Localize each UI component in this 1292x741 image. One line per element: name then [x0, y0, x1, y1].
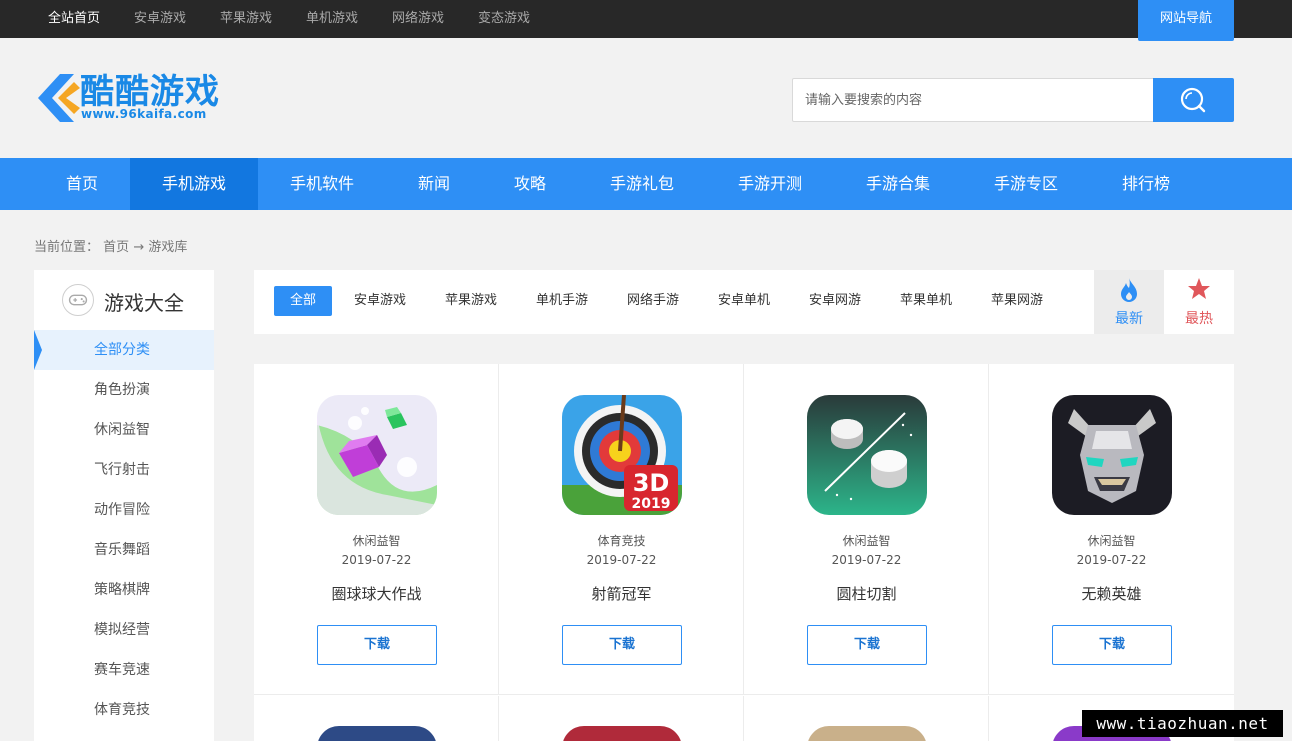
sidebar-item-sports[interactable]: 体育竞技	[34, 690, 214, 730]
sidebar-item-simulation[interactable]: 模拟经营	[34, 610, 214, 650]
game-card	[499, 696, 744, 741]
watermark: www.tiaozhuan.net	[1082, 710, 1283, 737]
logo-url: www.96kaifa.com	[81, 107, 207, 121]
logo-text[interactable]: 酷酷游戏	[80, 72, 220, 112]
download-button[interactable]: 下载	[317, 625, 437, 665]
game-card: 休闲益智 2019-07-22 无赖英雄 下载	[989, 364, 1234, 695]
game-icon[interactable]	[317, 726, 437, 741]
download-button[interactable]: 下载	[1052, 625, 1172, 665]
top-bar: 全站首页 安卓游戏 苹果游戏 单机游戏 网络游戏 变态游戏 网站导航	[0, 0, 1292, 41]
breadcrumb-current[interactable]: 游戏库	[148, 240, 187, 255]
sort-newest-label: 最新	[1115, 311, 1143, 327]
game-title[interactable]: 无赖英雄	[989, 583, 1234, 604]
filter-online-mobile[interactable]: 网络手游	[618, 286, 688, 316]
sidebar: 游戏大全 全部分类 角色扮演 休闲益智 飞行射击 动作冒险 音乐舞蹈 策略棋牌 …	[34, 270, 214, 741]
filter-apple-single[interactable]: 苹果单机	[891, 286, 961, 316]
archery-target-icon[interactable]: 3D 2019	[562, 395, 682, 515]
game-date: 2019-07-22	[1076, 553, 1147, 567]
filter-single-mobile[interactable]: 单机手游	[527, 286, 597, 316]
search-icon	[1180, 87, 1206, 113]
filter-apple-online[interactable]: 苹果网游	[982, 286, 1052, 316]
filter-all[interactable]: 全部	[274, 286, 332, 316]
search-button[interactable]	[1153, 78, 1234, 122]
game-card	[744, 696, 989, 741]
breadcrumb-arrow: →	[133, 240, 145, 255]
breadcrumb-label: 当前位置：	[34, 240, 100, 255]
sidebar-item-all[interactable]: 全部分类	[34, 330, 214, 370]
game-category: 体育竞技	[597, 534, 646, 548]
topbar-link-android[interactable]: 安卓游戏	[134, 0, 186, 38]
gamepad-icon	[62, 284, 94, 316]
sidebar-item-racing[interactable]: 赛车竞速	[34, 650, 214, 690]
logo-icon[interactable]	[34, 72, 82, 124]
download-button[interactable]: 下载	[807, 625, 927, 665]
game-date: 2019-07-22	[586, 553, 657, 567]
nav-mobile-software[interactable]: 手机软件	[258, 158, 386, 210]
sidebar-title: 游戏大全	[104, 291, 184, 315]
search-box	[792, 78, 1234, 122]
nav-collections[interactable]: 手游合集	[834, 158, 962, 210]
topbar-link-online[interactable]: 网络游戏	[392, 0, 444, 38]
game-title[interactable]: 射箭冠军	[499, 583, 744, 604]
nav-mobile-games[interactable]: 手机游戏	[130, 158, 258, 210]
sidebar-item-casual[interactable]: 休闲益智	[34, 410, 214, 450]
game-date: 2019-07-22	[341, 553, 412, 567]
star-icon	[1188, 278, 1210, 299]
filter-apple-games[interactable]: 苹果游戏	[436, 286, 506, 316]
nav-news[interactable]: 新闻	[386, 158, 482, 210]
sidebar-item-shooter[interactable]: 飞行射击	[34, 450, 214, 490]
game-title[interactable]: 圆柱切割	[744, 583, 989, 604]
badge-3d: 3D	[633, 469, 670, 497]
nav-beta-tests[interactable]: 手游开测	[706, 158, 834, 210]
game-card: 3D 2019 体育竞技 2019-07-22 射箭冠军 下载	[499, 364, 744, 695]
breadcrumb-home[interactable]: 首页	[103, 240, 129, 255]
game-category: 休闲益智	[842, 534, 891, 548]
nav-rankings[interactable]: 排行榜	[1090, 158, 1202, 210]
game-date: 2019-07-22	[831, 553, 902, 567]
game-card: 休闲益智 2019-07-22 圆柱切割 下载	[744, 364, 989, 695]
game-title[interactable]: 圈球球大作战	[254, 583, 499, 604]
download-button[interactable]: 下载	[562, 625, 682, 665]
main-nav: 首页 手机游戏 手机软件 新闻 攻略 手游礼包 手游开测 手游合集 手游专区 排…	[0, 158, 1292, 210]
topbar-link-single[interactable]: 单机游戏	[306, 0, 358, 38]
game-icon[interactable]	[807, 726, 927, 741]
sort-hottest-button[interactable]: 最热	[1164, 270, 1234, 334]
nav-special-zone[interactable]: 手游专区	[962, 158, 1090, 210]
breadcrumb: 当前位置： 首页 → 游戏库	[34, 236, 187, 255]
game-category: 休闲益智	[1087, 534, 1136, 548]
sidebar-item-strategy[interactable]: 策略棋牌	[34, 570, 214, 610]
game-grid: 休闲益智 2019-07-22 圈球球大作战 下载 3D 2019 体育竞技 2…	[254, 364, 1234, 741]
game-card: 休闲益智 2019-07-22 圈球球大作战 下载	[254, 364, 499, 695]
nav-guides[interactable]: 攻略	[482, 158, 578, 210]
sidebar-header: 游戏大全	[34, 270, 214, 330]
filter-android-games[interactable]: 安卓游戏	[345, 286, 415, 316]
robot-hero-icon[interactable]	[1052, 395, 1172, 515]
badge-year: 2019	[632, 496, 671, 512]
topbar-link-apple[interactable]: 苹果游戏	[220, 0, 272, 38]
game-card	[254, 696, 499, 741]
flame-icon	[1121, 278, 1137, 302]
nav-home[interactable]: 首页	[34, 158, 130, 210]
site-nav-button[interactable]: 网站导航	[1138, 0, 1234, 41]
game-category: 休闲益智	[352, 534, 401, 548]
game-icon[interactable]	[562, 726, 682, 741]
sort-hottest-label: 最热	[1185, 311, 1213, 327]
filter-bar: 全部 安卓游戏 苹果游戏 单机手游 网络手游 安卓单机 安卓网游 苹果单机 苹果…	[254, 270, 1234, 334]
sidebar-item-action[interactable]: 动作冒险	[34, 490, 214, 530]
cylinder-slice-icon[interactable]	[807, 395, 927, 515]
topbar-link-home[interactable]: 全站首页	[48, 0, 100, 38]
filter-android-online[interactable]: 安卓网游	[800, 286, 870, 316]
cube-balls-icon[interactable]	[317, 395, 437, 515]
search-input[interactable]	[805, 79, 1145, 121]
sidebar-item-rpg[interactable]: 角色扮演	[34, 370, 214, 410]
filter-android-single[interactable]: 安卓单机	[709, 286, 779, 316]
nav-gift-packs[interactable]: 手游礼包	[578, 158, 706, 210]
sidebar-item-music[interactable]: 音乐舞蹈	[34, 530, 214, 570]
topbar-link-bt[interactable]: 变态游戏	[478, 0, 530, 38]
sort-newest-button[interactable]: 最新	[1094, 270, 1164, 334]
